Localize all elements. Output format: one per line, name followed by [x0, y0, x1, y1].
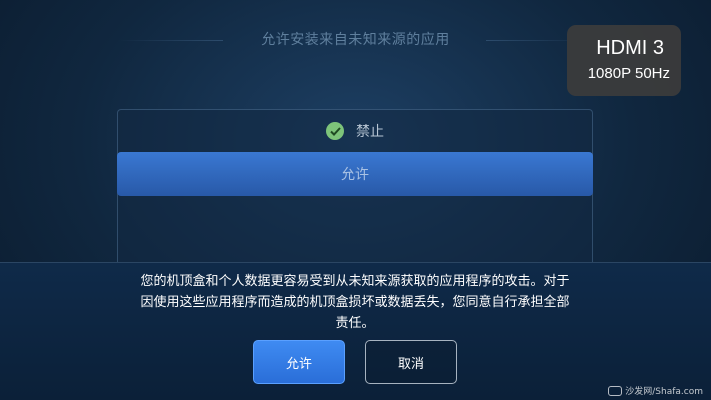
warning-line: 责任。	[335, 316, 375, 331]
option-allow[interactable]: 允许	[117, 152, 593, 196]
option-allow-label: 允许	[341, 167, 369, 183]
option-forbid-label: 禁止	[356, 124, 384, 140]
settings-screen: 允许安装来自未知来源的应用 禁止 允许 HDMI 3 1080P 50Hz 您的…	[0, 0, 711, 400]
hdmi-source-name: HDMI 3	[596, 37, 664, 59]
warning-line: 因使用这些应用程序而造成的机顶盒损坏或数据丢失，您同意自行承担全部	[140, 295, 570, 310]
hdmi-source-overlay: HDMI 3 1080P 50Hz	[567, 25, 681, 96]
option-forbid[interactable]: 禁止	[118, 110, 592, 152]
warning-message: 您的机顶盒和个人数据更容易受到从未知来源获取的应用程序的攻击。对于 因使用这些应…	[95, 271, 615, 334]
watermark-text: 沙发网/Shafa.com	[625, 387, 703, 397]
hdmi-resolution: 1080P 50Hz	[587, 65, 670, 82]
sofa-logo-icon	[608, 385, 623, 396]
watermark: 沙发网/Shafa.com	[608, 384, 703, 397]
cancel-button[interactable]: 取消	[365, 340, 457, 384]
option-list: 禁止 允许	[117, 109, 593, 269]
check-icon	[326, 122, 344, 140]
allow-button[interactable]: 允许	[253, 340, 345, 384]
warning-dialog: 您的机顶盒和个人数据更容易受到从未知来源获取的应用程序的攻击。对于 因使用这些应…	[0, 262, 711, 400]
warning-line: 您的机顶盒和个人数据更容易受到从未知来源获取的应用程序的攻击。对于	[140, 274, 570, 289]
